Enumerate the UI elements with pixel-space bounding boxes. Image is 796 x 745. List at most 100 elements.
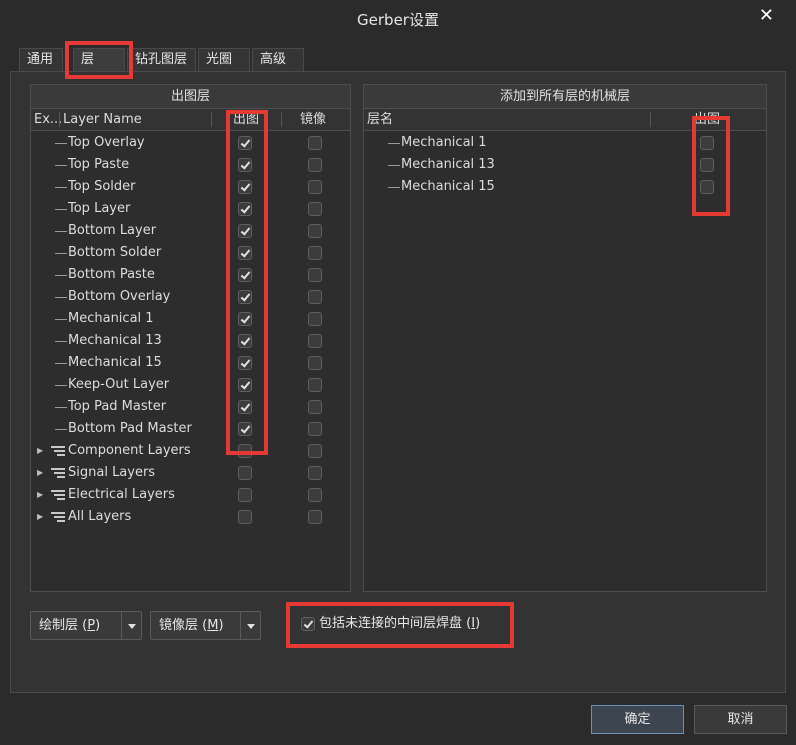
chevron-down-icon[interactable] — [240, 612, 260, 639]
plot-layers-button-label[interactable]: 绘制层 (P) — [31, 612, 100, 639]
mirror-checkbox[interactable] — [308, 312, 322, 326]
mirror-checkbox[interactable] — [308, 202, 322, 216]
col-mech-plot[interactable]: 出图 — [694, 109, 720, 130]
plot-checkbox[interactable] — [238, 136, 252, 150]
tree-line-icon — [388, 143, 400, 144]
chevron-down-icon[interactable] — [121, 612, 141, 639]
mirror-checkbox[interactable] — [308, 136, 322, 150]
plot-checkbox[interactable] — [238, 444, 252, 458]
mirror-layers-button[interactable]: 镜像层 (M) — [150, 611, 261, 640]
col-layer-name[interactable]: Layer Name — [63, 109, 142, 130]
mirror-checkbox[interactable] — [308, 510, 322, 524]
tree-line-icon — [55, 385, 67, 386]
layer-row[interactable]: Top Paste — [31, 154, 350, 176]
mechanical-layer-row[interactable]: Mechanical 1 — [364, 132, 766, 154]
layer-row[interactable]: Bottom Solder — [31, 242, 350, 264]
plot-checkbox[interactable] — [238, 312, 252, 326]
ok-button[interactable]: 确定 — [591, 705, 684, 734]
plot-checkbox[interactable] — [238, 356, 252, 370]
mech-plot-checkbox[interactable] — [700, 158, 714, 172]
layer-row[interactable]: Bottom Layer — [31, 220, 350, 242]
plot-checkbox[interactable] — [238, 400, 252, 414]
layer-row[interactable]: Keep-Out Layer — [31, 374, 350, 396]
expand-arrow-icon[interactable]: ▶ — [37, 506, 43, 528]
include-unconnected-pads-label: 包括未连接的中间层焊盘 (I) — [319, 616, 481, 631]
close-icon[interactable]: ✕ — [759, 5, 774, 26]
tree-line-icon — [55, 407, 67, 408]
layer-name: Component Layers — [68, 443, 191, 458]
plot-checkbox[interactable] — [238, 290, 252, 304]
plot-layers-button[interactable]: 绘制层 (P) — [30, 611, 142, 640]
layer-name: Mechanical 13 — [68, 333, 162, 348]
layer-name: Top Solder — [68, 179, 136, 194]
layer-row[interactable]: Top Pad Master — [31, 396, 350, 418]
mirror-checkbox[interactable] — [308, 158, 322, 172]
layer-group-row[interactable]: ▶ All Layers — [31, 506, 350, 528]
mirror-checkbox[interactable] — [308, 246, 322, 260]
expand-arrow-icon[interactable]: ▶ — [37, 484, 43, 506]
mirror-layers-button-label[interactable]: 镜像层 (M) — [151, 612, 224, 639]
plot-checkbox[interactable] — [238, 510, 252, 524]
plot-checkbox[interactable] — [238, 158, 252, 172]
layer-row[interactable]: Bottom Overlay — [31, 286, 350, 308]
mirror-checkbox[interactable] — [308, 224, 322, 238]
layer-row[interactable]: Top Layer — [31, 198, 350, 220]
layer-row[interactable]: Top Solder — [31, 176, 350, 198]
mirror-checkbox[interactable] — [308, 488, 322, 502]
mechanical-layer-row[interactable]: Mechanical 13 — [364, 154, 766, 176]
plot-checkbox[interactable] — [238, 180, 252, 194]
col-mirror[interactable]: 镜像 — [300, 109, 326, 130]
expand-arrow-icon[interactable]: ▶ — [37, 440, 43, 462]
mech-plot-checkbox[interactable] — [700, 136, 714, 150]
plot-layers-panel: 出图层 Ex... Layer Name 出图 镜像 Top Overlay To… — [30, 84, 351, 592]
plot-checkbox[interactable] — [238, 334, 252, 348]
tree-line-icon — [55, 319, 67, 320]
mirror-checkbox[interactable] — [308, 290, 322, 304]
plot-checkbox[interactable] — [238, 224, 252, 238]
include-unconnected-pads-checkbox[interactable] — [301, 617, 315, 631]
layer-group-row[interactable]: ▶ Component Layers — [31, 440, 350, 462]
tab-general[interactable]: 通用 — [19, 48, 63, 72]
tree-line-icon — [55, 253, 67, 254]
mirror-checkbox[interactable] — [308, 444, 322, 458]
tab-layers[interactable]: 层 — [73, 48, 125, 72]
mechanical-layer-row[interactable]: Mechanical 15 — [364, 176, 766, 198]
plot-checkbox[interactable] — [238, 378, 252, 392]
mech-plot-checkbox[interactable] — [700, 180, 714, 194]
layer-row[interactable]: Bottom Paste — [31, 264, 350, 286]
plot-checkbox[interactable] — [238, 246, 252, 260]
col-mech-layer-name[interactable]: 层名 — [367, 109, 393, 130]
mirror-checkbox[interactable] — [308, 378, 322, 392]
expand-arrow-icon[interactable]: ▶ — [37, 462, 43, 484]
layer-name: All Layers — [68, 509, 132, 524]
layer-group-row[interactable]: ▶ Electrical Layers — [31, 484, 350, 506]
plot-checkbox[interactable] — [238, 202, 252, 216]
mirror-checkbox[interactable] — [308, 422, 322, 436]
mirror-checkbox[interactable] — [308, 334, 322, 348]
tab-drill-drawing[interactable]: 钻孔图层 — [127, 48, 196, 72]
layer-row[interactable]: Mechanical 13 — [31, 330, 350, 352]
mirror-checkbox[interactable] — [308, 466, 322, 480]
tree-line-icon — [55, 297, 67, 298]
layer-row[interactable]: Top Overlay — [31, 132, 350, 154]
layer-row[interactable]: Mechanical 15 — [31, 352, 350, 374]
tree-line-icon — [55, 231, 67, 232]
mirror-checkbox[interactable] — [308, 356, 322, 370]
tab-apertures[interactable]: 光圈 — [198, 48, 250, 72]
mirror-checkbox[interactable] — [308, 180, 322, 194]
col-plot[interactable]: 出图 — [233, 109, 259, 130]
plot-checkbox[interactable] — [238, 466, 252, 480]
tab-advanced[interactable]: 高级 — [252, 48, 304, 72]
plot-checkbox[interactable] — [238, 422, 252, 436]
tree-line-icon — [55, 209, 67, 210]
layer-group-row[interactable]: ▶ Signal Layers — [31, 462, 350, 484]
plot-checkbox[interactable] — [238, 488, 252, 502]
layer-row[interactable]: Mechanical 1 — [31, 308, 350, 330]
mirror-checkbox[interactable] — [308, 400, 322, 414]
layer-name: Bottom Solder — [68, 245, 162, 260]
layer-row[interactable]: Bottom Pad Master — [31, 418, 350, 440]
layer-name: Mechanical 1 — [68, 311, 154, 326]
cancel-button[interactable]: 取消 — [694, 705, 787, 734]
mirror-checkbox[interactable] — [308, 268, 322, 282]
plot-checkbox[interactable] — [238, 268, 252, 282]
